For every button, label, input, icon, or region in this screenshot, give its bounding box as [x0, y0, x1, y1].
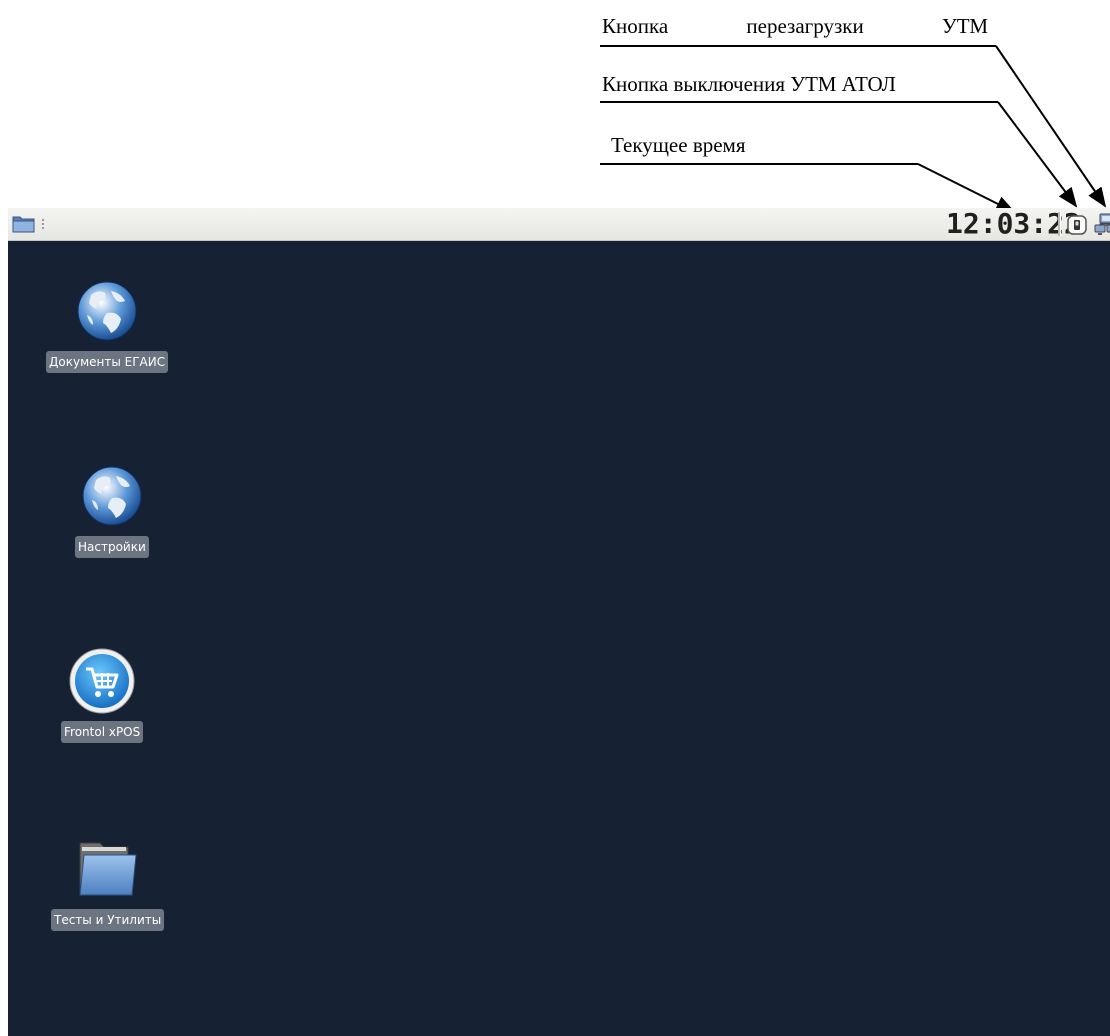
power-switch-icon — [1067, 215, 1087, 235]
network-restart-icon — [1094, 213, 1110, 235]
desktop-icon-frontol-xpos[interactable]: Frontol xPOS — [61, 645, 144, 743]
annotation-restart-word-3: УТМ — [941, 14, 988, 38]
annotation-time: Текущее время — [611, 133, 746, 157]
restart-button[interactable] — [1094, 212, 1110, 238]
applications-menu-button[interactable] — [12, 214, 36, 234]
globe-icon — [77, 281, 137, 341]
folder-icon — [79, 842, 137, 896]
desktop[interactable]: Документы ЕГАИС Настройки Frontol xPOS Т… — [8, 241, 1110, 1036]
annotation-restart: Кнопка перезагрузки УТМ — [602, 14, 988, 38]
annotation-shutdown: Кнопка выключения УТМ АТОЛ — [602, 72, 896, 96]
leader-shutdown-arrow — [997, 101, 1078, 208]
desktop-icon-label: Документы ЕГАИС — [46, 351, 169, 373]
globe-icon — [82, 466, 142, 526]
shutdown-button[interactable] — [1066, 214, 1088, 236]
leader-restart-arrow — [995, 45, 1107, 208]
desktop-icon-label: Тесты и Утилиты — [51, 909, 165, 931]
desktop-icon-label: Настройки — [75, 536, 149, 558]
desktop-icon-egais-documents[interactable]: Документы ЕГАИС — [46, 275, 169, 373]
annotation-restart-word-2: перезагрузки — [746, 14, 864, 38]
folder-icon — [12, 216, 35, 233]
desktop-icon-label: Frontol xPOS — [61, 721, 144, 743]
top-panel: 12:03:22 — [8, 208, 1110, 241]
annotation-restart-word-1: Кнопка — [602, 14, 669, 38]
desktop-icon-settings[interactable]: Настройки — [75, 460, 149, 558]
desktop-icon-tests-utilities[interactable]: Тесты и Утилиты — [51, 833, 165, 931]
leader-time-arrow — [917, 163, 1016, 213]
panel-handle[interactable] — [42, 219, 45, 229]
panel-separator — [1058, 212, 1061, 236]
shopping-cart-icon — [69, 648, 135, 714]
